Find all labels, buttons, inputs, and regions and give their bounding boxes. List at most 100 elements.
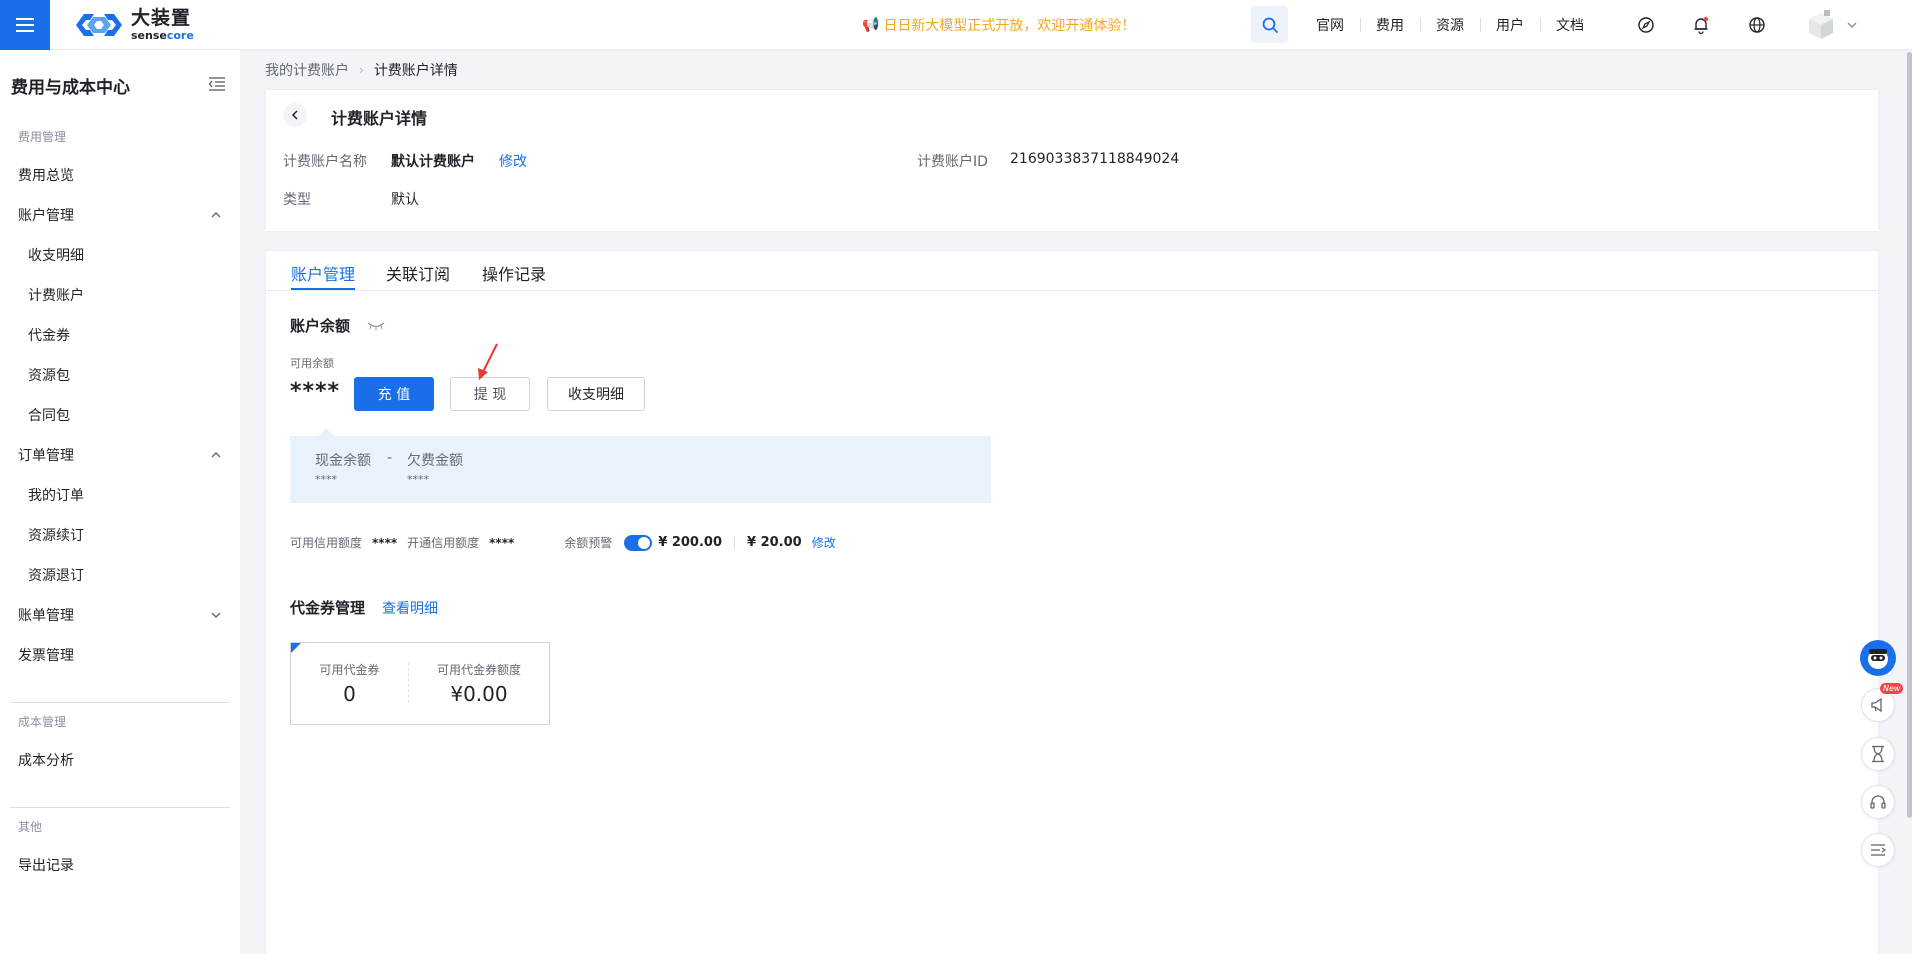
logo-mark-icon bbox=[76, 14, 122, 36]
chevron-down-icon[interactable] bbox=[210, 609, 222, 621]
sidebar-divider bbox=[10, 702, 230, 703]
balance-alert-label: 余额预警 bbox=[564, 536, 613, 550]
top-nav: 官网 费用 资源 用户 文档 bbox=[1300, 0, 1600, 50]
tab-linked-subscriptions[interactable]: 关联订阅 bbox=[386, 261, 450, 285]
sidebar-item-income[interactable]: 收支明细 bbox=[28, 245, 84, 265]
sidebar-item-export[interactable]: 导出记录 bbox=[18, 855, 74, 875]
search-button[interactable] bbox=[1251, 6, 1288, 43]
voucher-amount-label: 可用代金券额度 bbox=[436, 663, 521, 677]
voucher-section-title: 代金券管理 bbox=[290, 599, 366, 617]
logo[interactable]: 大装置 sensecore bbox=[73, 9, 194, 41]
sidebar-item-account-mgmt[interactable]: 账户管理 bbox=[18, 205, 74, 225]
tab-account-mgmt[interactable]: 账户管理 bbox=[291, 261, 355, 285]
voucher-summary-card: 可用代金券 0 可用代金券额度 ¥0.00 bbox=[290, 642, 550, 725]
nav-official-site[interactable]: 官网 bbox=[1300, 15, 1360, 35]
robot-icon bbox=[1868, 649, 1888, 669]
arrears-value: **** bbox=[407, 473, 429, 486]
recharge-button[interactable]: 充 值 bbox=[354, 377, 434, 411]
back-button[interactable] bbox=[283, 103, 307, 127]
collapse-sidebar-icon[interactable] bbox=[208, 76, 226, 92]
nav-users[interactable]: 用户 bbox=[1480, 15, 1540, 35]
credit-available-value: **** bbox=[372, 535, 398, 550]
sidebar-group-other: 其他 bbox=[18, 820, 43, 834]
voucher-count-value: 0 bbox=[343, 682, 356, 706]
hourglass-button[interactable] bbox=[1861, 737, 1895, 771]
account-name-label: 计费账户名称 bbox=[283, 154, 367, 170]
scrollbar-thumb[interactable] bbox=[1907, 52, 1912, 818]
logo-subtitle: sensecore bbox=[131, 29, 194, 42]
eye-closed-icon[interactable] bbox=[367, 321, 385, 331]
sidebar-item-billing-account[interactable]: 计费账户 bbox=[28, 285, 84, 305]
available-balance-label: 可用余额 bbox=[290, 357, 334, 370]
sidebar-item-renew[interactable]: 资源续订 bbox=[28, 525, 84, 545]
chevron-up-icon[interactable] bbox=[210, 209, 222, 221]
sidebar-item-cost-analysis[interactable]: 成本分析 bbox=[18, 750, 74, 770]
sidebar-item-bill-mgmt[interactable]: 账单管理 bbox=[18, 605, 74, 625]
sidebar-divider bbox=[10, 807, 230, 808]
type-label: 类型 bbox=[283, 192, 311, 208]
tab-active-indicator bbox=[291, 288, 355, 290]
chevron-right-icon: › bbox=[359, 63, 364, 77]
account-name-value: 默认计费账户 bbox=[391, 154, 475, 170]
credit-available-label: 可用信用额度 bbox=[290, 536, 363, 550]
sidebar-title: 费用与成本中心 bbox=[11, 78, 130, 98]
edit-name-link[interactable]: 修改 bbox=[499, 151, 527, 171]
assistant-bot-button[interactable] bbox=[1860, 640, 1896, 676]
sidebar-item-order-mgmt[interactable]: 订单管理 bbox=[18, 445, 74, 465]
withdraw-button[interactable]: 提 现 bbox=[450, 377, 530, 411]
view-voucher-details-link[interactable]: 查看明细 bbox=[382, 598, 438, 618]
sidebar-item-overview[interactable]: 费用总览 bbox=[18, 165, 74, 185]
nav-fees[interactable]: 费用 bbox=[1360, 15, 1420, 35]
list-collapse-icon bbox=[1871, 844, 1887, 856]
headset-icon bbox=[1870, 795, 1886, 809]
annotation-arrow-icon bbox=[478, 343, 498, 380]
breadcrumb: 我的计费账户 › 计费账户详情 bbox=[265, 60, 458, 80]
edit-alert-link[interactable]: 修改 bbox=[812, 534, 836, 551]
cash-balance-label: 现金余额 bbox=[315, 453, 371, 469]
credit-open-label: 开通信用额度 bbox=[407, 536, 480, 550]
main-content-card: 账户管理 关联订阅 操作记录 账户余额 可用余额 **** 充 值 提 现 收支… bbox=[265, 250, 1879, 954]
available-balance-value: **** bbox=[290, 379, 341, 404]
breadcrumb-current: 计费账户详情 bbox=[373, 63, 458, 79]
tab-operation-log[interactable]: 操作记录 bbox=[482, 261, 546, 285]
new-badge: New bbox=[1880, 683, 1904, 694]
credit-row: 可用信用额度 **** 开通信用额度 **** 余额预警 ¥ 200.00 ¥ … bbox=[290, 534, 836, 551]
megaphone-icon: 📢 bbox=[862, 17, 880, 33]
globe-icon[interactable] bbox=[1746, 14, 1768, 36]
announcement-banner[interactable]: 📢 日日新大模型正式开放，欢迎开通体验！ bbox=[862, 15, 1135, 35]
separator-dash: - bbox=[387, 450, 393, 466]
voucher-amount-value: ¥0.00 bbox=[450, 682, 508, 706]
sidebar-group-cost: 成本管理 bbox=[18, 715, 67, 729]
page-title: 计费账户详情 bbox=[331, 109, 428, 128]
hourglass-icon bbox=[1872, 745, 1884, 763]
chevron-up-icon[interactable] bbox=[210, 449, 222, 461]
voucher-count-label: 可用代金券 bbox=[319, 663, 380, 677]
nav-resources[interactable]: 资源 bbox=[1420, 15, 1480, 35]
account-id-label: 计费账户ID bbox=[917, 154, 988, 170]
voucher-amount: 可用代金券额度 ¥0.00 bbox=[409, 643, 549, 724]
menu-button[interactable] bbox=[0, 0, 50, 50]
sidebar-item-resource-pack[interactable]: 资源包 bbox=[28, 365, 70, 385]
divider bbox=[734, 535, 736, 550]
compass-icon[interactable] bbox=[1635, 14, 1657, 36]
sidebar-item-my-orders[interactable]: 我的订单 bbox=[28, 485, 84, 505]
balance-alert-toggle[interactable] bbox=[624, 534, 653, 551]
sidebar-item-contract-pack[interactable]: 合同包 bbox=[28, 405, 70, 425]
avatar bbox=[1809, 10, 1833, 39]
sidebar-item-invoice[interactable]: 发票管理 bbox=[18, 645, 74, 665]
chevron-left-icon bbox=[291, 110, 298, 120]
logo-title: 大装置 bbox=[131, 7, 192, 29]
income-details-button[interactable]: 收支明细 bbox=[547, 377, 645, 411]
sidebar-item-voucher[interactable]: 代金券 bbox=[28, 325, 70, 345]
breadcrumb-parent[interactable]: 我的计费账户 bbox=[265, 60, 349, 80]
nav-docs[interactable]: 文档 bbox=[1540, 15, 1600, 35]
account-id-value: 2169033837118849024 bbox=[1010, 151, 1180, 167]
more-tools-button[interactable] bbox=[1861, 833, 1895, 867]
voucher-count: 可用代金券 0 bbox=[291, 643, 408, 724]
balance-section-title: 账户余额 bbox=[290, 317, 351, 335]
sidebar-item-unsubscribe[interactable]: 资源退订 bbox=[28, 565, 84, 585]
support-button[interactable] bbox=[1861, 785, 1895, 819]
type-value: 默认 bbox=[391, 192, 419, 208]
user-menu[interactable] bbox=[1806, 8, 1858, 42]
bell-icon[interactable] bbox=[1690, 14, 1712, 36]
